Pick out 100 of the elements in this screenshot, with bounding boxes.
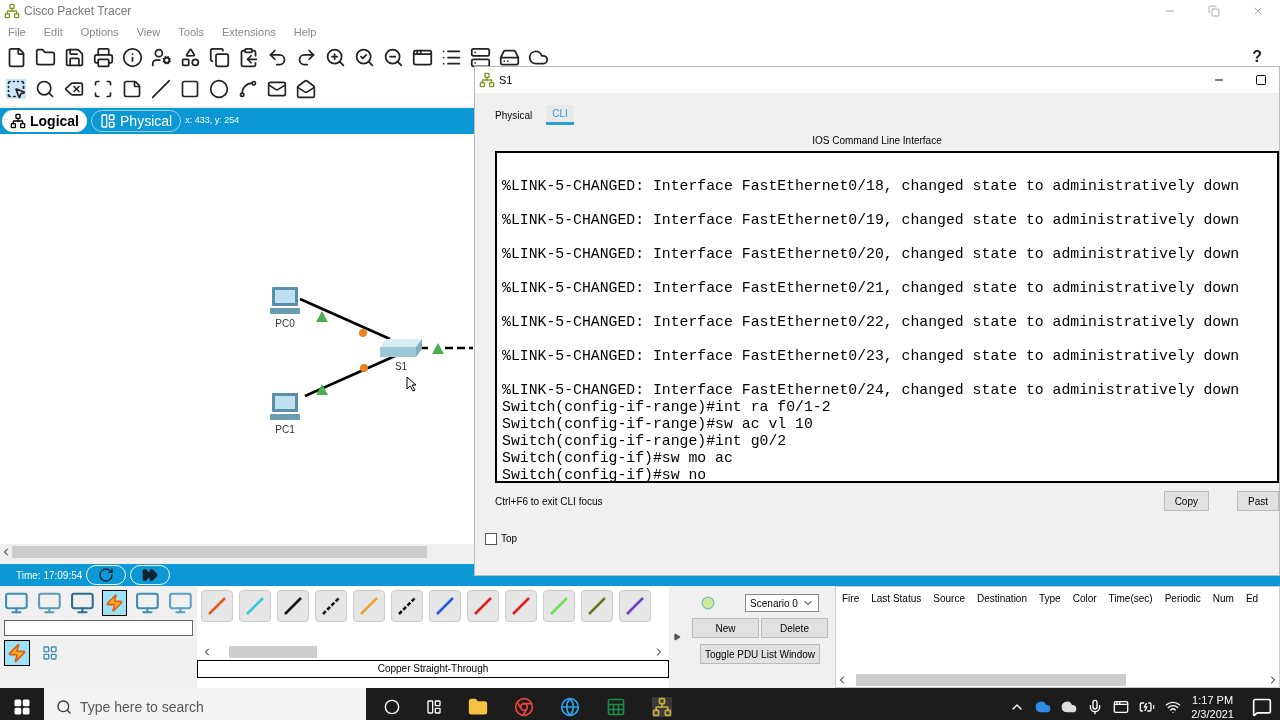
switch-icon[interactable] — [378, 337, 424, 359]
pdu-button[interactable]: Delete — [761, 618, 828, 638]
search-icon[interactable] — [35, 79, 55, 99]
menu-item[interactable]: Tools — [178, 23, 204, 41]
copy-icon[interactable] — [209, 46, 230, 68]
cli-heading: IOS Command Line Interface — [811, 134, 943, 147]
cli-log-line: %LINK-5-CHANGED: Interface FastEthernet0/20, changed state to administratively down — [502, 246, 1240, 263]
scenario-dropdown[interactable]: Scenario 0 — [745, 594, 819, 612]
app-logo-icon[interactable] — [652, 697, 672, 717]
device-label: S1 — [394, 360, 408, 374]
delete-icon[interactable] — [64, 79, 84, 99]
workspace-tab[interactable]: Logical — [2, 110, 87, 132]
column-header[interactable]: Fire — [836, 590, 866, 606]
cable-type-button[interactable] — [315, 590, 347, 622]
column-header[interactable]: Type — [1033, 590, 1067, 606]
browser-icon[interactable] — [514, 697, 534, 717]
device-category-icon[interactable] — [36, 590, 62, 616]
column-header[interactable]: Source — [927, 590, 971, 606]
file-icon[interactable] — [6, 46, 27, 68]
start-icon[interactable] — [13, 698, 31, 716]
cli-button[interactable]: Copy — [1163, 491, 1209, 511]
cable-type-button[interactable] — [391, 590, 423, 622]
task-view-icon[interactable] — [426, 699, 442, 715]
user-icon[interactable] — [151, 46, 172, 68]
scrollbar-thumb[interactable] — [856, 674, 1126, 686]
menu-item[interactable]: Edit — [43, 23, 63, 41]
menu-item[interactable]: Options — [80, 23, 119, 41]
column-header[interactable]: Last Status — [865, 590, 928, 606]
device-category-icon[interactable] — [168, 590, 193, 616]
pdu-button[interactable]: New — [692, 618, 759, 638]
freeform-icon[interactable] — [238, 79, 258, 99]
cli-terminal[interactable] — [495, 151, 1279, 483]
cli-log-line: %LINK-5-CHANGED: Interface FastEthernet0/22, changed state to administratively down — [502, 314, 1240, 331]
device-filter-field[interactable] — [4, 620, 193, 636]
toggle-pdu-list-button[interactable]: Toggle PDU List Window — [699, 644, 820, 664]
device-category-icon[interactable] — [69, 590, 95, 616]
resize-icon[interactable] — [93, 79, 113, 99]
info-icon[interactable] — [122, 46, 143, 68]
battery-icon[interactable] — [1139, 699, 1156, 715]
cortana-icon[interactable] — [384, 699, 400, 715]
column-header[interactable]: Time(sec) — [1102, 590, 1159, 606]
menu-item[interactable]: View — [136, 23, 161, 41]
printer-icon[interactable] — [93, 46, 114, 68]
app-tray-icon[interactable] — [1113, 699, 1130, 715]
menu-item[interactable]: Help — [293, 23, 317, 41]
cable-icon — [206, 595, 228, 617]
column-header[interactable]: Periodic — [1158, 590, 1207, 606]
grid-icon[interactable] — [42, 645, 58, 661]
window-title: Cisco Packet Tracer — [24, 3, 132, 20]
scrollbar-thumb[interactable] — [12, 546, 427, 558]
ellipse-icon[interactable] — [209, 79, 229, 99]
menu-item[interactable]: File — [8, 23, 26, 41]
clipboard-icon[interactable] — [238, 46, 259, 68]
cable-type-button[interactable] — [277, 590, 309, 622]
scrollbar-thumb[interactable] — [229, 646, 317, 658]
server-icon[interactable] — [470, 46, 491, 68]
folder-icon[interactable] — [35, 46, 56, 68]
mail-icon[interactable] — [267, 79, 287, 99]
help-icon[interactable]: ? — [1252, 45, 1262, 69]
line-icon[interactable] — [151, 79, 171, 99]
computer-icon[interactable] — [268, 286, 302, 316]
device-category-icon[interactable] — [4, 590, 29, 616]
rectangle-icon[interactable] — [180, 79, 200, 99]
connections-type-icon[interactable] — [4, 640, 30, 666]
dashed-cable-line[interactable] — [420, 346, 431, 350]
cable-line[interactable] — [299, 297, 391, 341]
shapes-icon[interactable] — [180, 46, 201, 68]
wifi-icon[interactable] — [1165, 699, 1182, 715]
folder-icon[interactable] — [468, 697, 488, 717]
zoom-in-icon[interactable] — [325, 46, 346, 68]
top-checkbox[interactable] — [485, 532, 497, 545]
zoom-reset-icon[interactable] — [354, 46, 375, 68]
expand-icon[interactable] — [673, 633, 681, 641]
maximize-icon[interactable] — [1255, 74, 1267, 86]
open-mail-icon[interactable] — [296, 79, 316, 99]
taskbar-search-field[interactable]: Type here to search — [44, 688, 366, 720]
zoom-out-icon[interactable] — [383, 46, 404, 68]
cable-icon — [510, 595, 532, 617]
cli-button[interactable]: Past — [1237, 491, 1279, 511]
spreadsheet-icon[interactable] — [606, 697, 626, 717]
select-icon[interactable] — [6, 79, 26, 99]
note-icon[interactable] — [122, 79, 142, 99]
cloud-icon[interactable] — [1061, 699, 1078, 715]
menu-item[interactable]: Extensions — [221, 23, 276, 41]
connections-category-icon[interactable] — [102, 590, 128, 616]
browser-icon[interactable] — [560, 697, 580, 717]
column-header[interactable]: Destination — [970, 590, 1033, 606]
clock-date[interactable]: 2/3/2021 — [1191, 707, 1234, 720]
dashed-cable-line[interactable] — [445, 346, 473, 350]
column-header[interactable]: Color — [1066, 590, 1103, 606]
column-header[interactable]: Ed — [1239, 590, 1265, 606]
link-up-icon — [432, 343, 444, 354]
save-icon[interactable] — [64, 46, 85, 68]
clock-time[interactable]: 1:17 PM — [1192, 693, 1234, 707]
computer-icon[interactable] — [268, 392, 302, 422]
device-category-icon[interactable] — [135, 590, 161, 616]
cable-type-caption: Copper Straight-Through — [197, 660, 669, 678]
cable-line[interactable] — [304, 354, 396, 398]
notification-icon[interactable] — [1252, 697, 1272, 717]
column-header[interactable]: Num — [1206, 590, 1240, 606]
